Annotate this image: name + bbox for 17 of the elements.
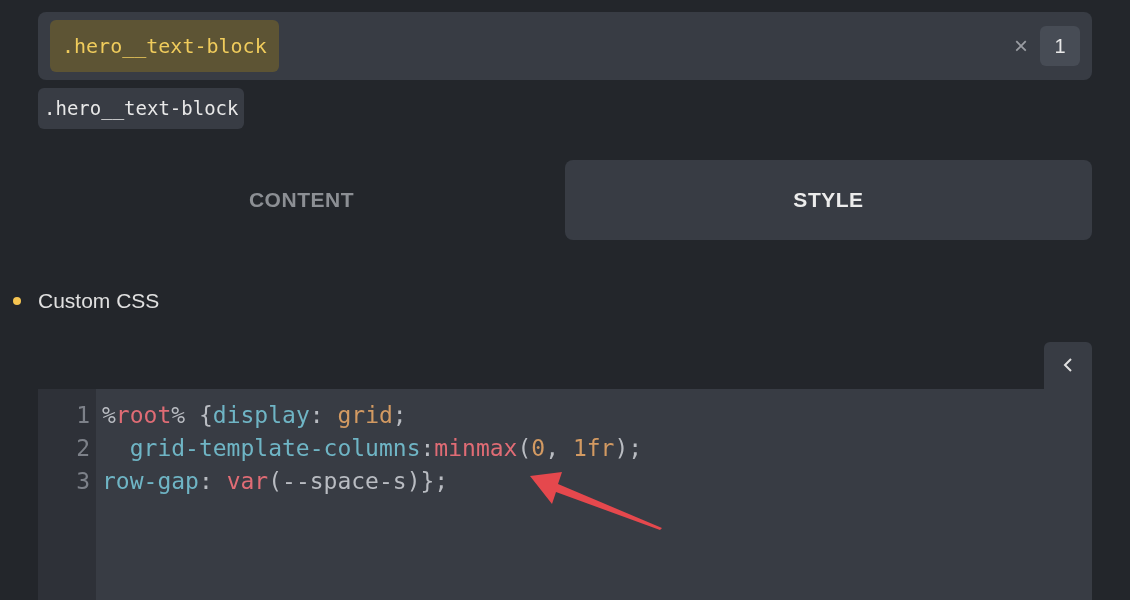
line-number: 3 xyxy=(76,466,90,496)
selector-field[interactable]: .hero__text-block × 1 xyxy=(38,12,1092,80)
count-badge: 1 xyxy=(1040,26,1080,66)
line-number: 1 xyxy=(76,400,90,430)
collapse-button[interactable] xyxy=(1044,341,1092,389)
selector-chip[interactable]: .hero__text-block xyxy=(50,20,279,72)
tab[interactable]: CONTENT xyxy=(38,160,565,240)
line-number: 2 xyxy=(76,433,90,463)
code-line: grid-template-columns:minmax(0, 1fr); xyxy=(128,433,643,463)
chevron-left-icon xyxy=(1063,357,1073,373)
section-title: Custom CSS xyxy=(38,288,160,314)
code-editor[interactable]: 1 2 3 %root% {display: grid; grid-template-columns:minmax(0, 1fr); row-gap: var(--space-s)}; xyxy=(38,388,1092,600)
selector-tag[interactable]: .hero__text-block xyxy=(38,88,245,129)
code-line: %root% {display: grid; xyxy=(102,400,408,430)
tab[interactable]: STYLE xyxy=(565,160,1092,240)
code-line: row-gap: var(--space-s)}; xyxy=(102,466,450,496)
clear-button[interactable]: × xyxy=(1014,28,1028,64)
